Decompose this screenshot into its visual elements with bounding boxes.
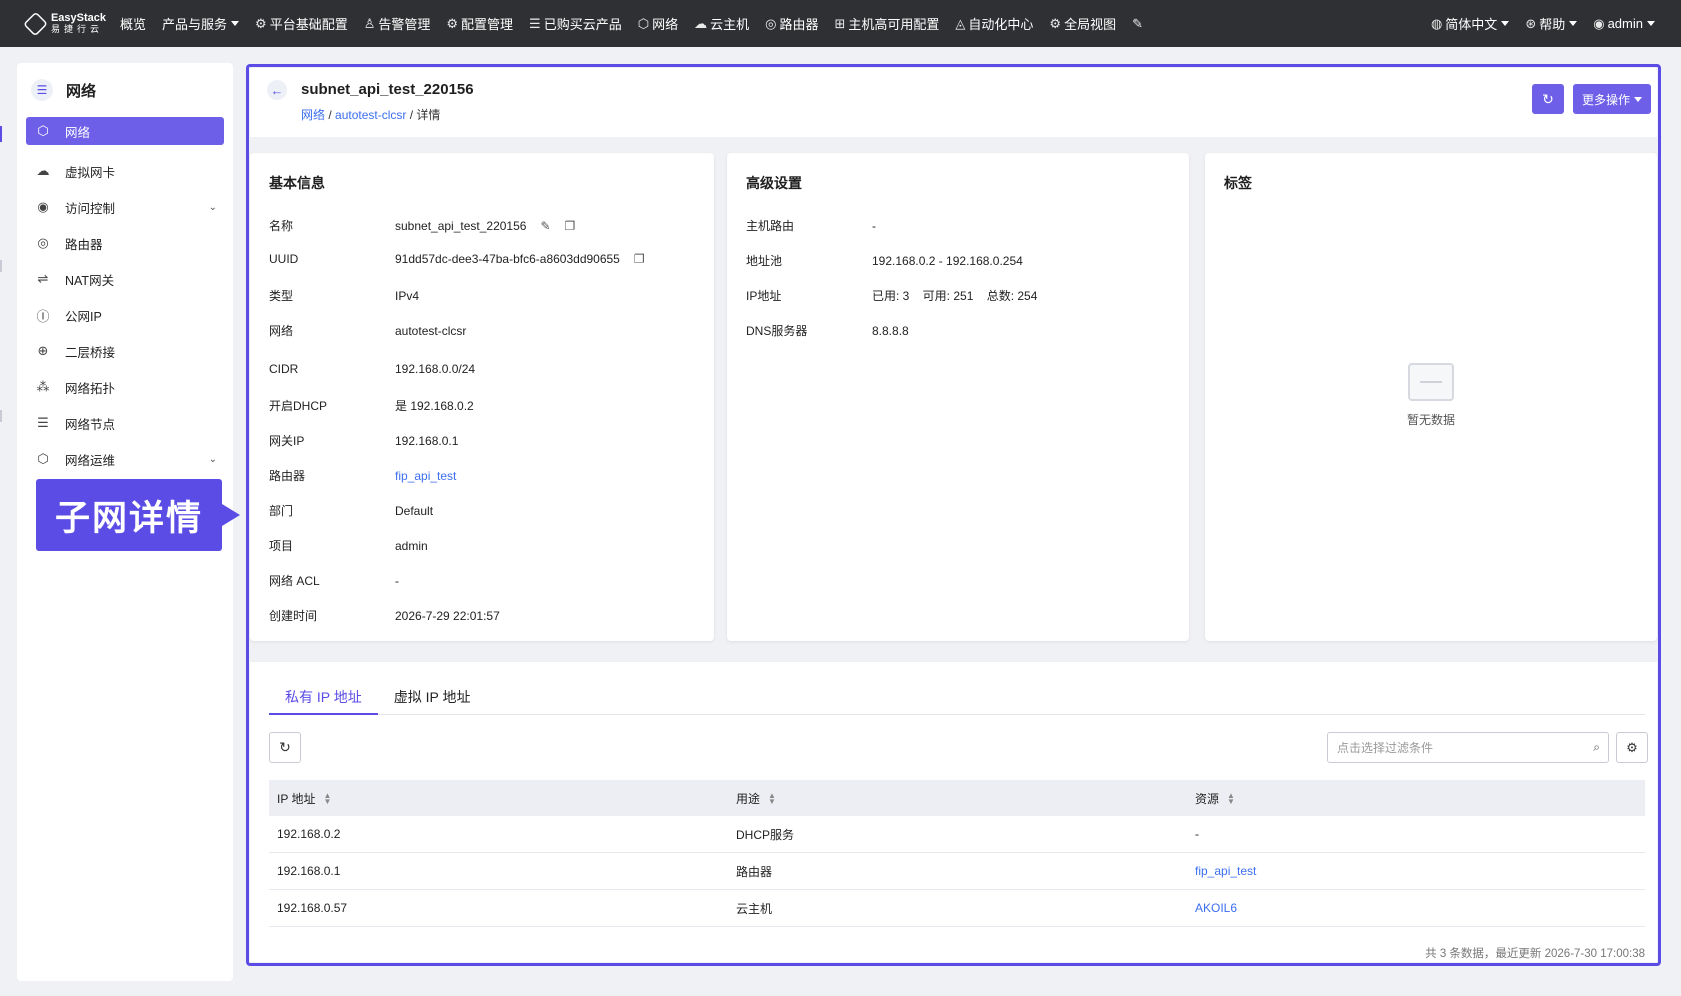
- nav-alerts[interactable]: ♙ 告警管理: [364, 14, 431, 33]
- user-icon: ◉: [1593, 15, 1605, 31]
- sidebar-active-marker: [0, 126, 2, 142]
- sidebar-item-access-control[interactable]: ◉ 访问控制 ⌄: [17, 189, 233, 225]
- caret-down-icon: [1501, 21, 1510, 26]
- sidebar-item-router[interactable]: ◎ 路由器: [17, 225, 233, 261]
- language-switcher[interactable]: ◍ 简体中文: [1430, 14, 1510, 33]
- nav-host-ha[interactable]: ⊞ 主机高可用配置: [834, 14, 939, 33]
- nav-label: 已购买云产品: [543, 17, 622, 32]
- sidebar-item-label: 网络: [65, 125, 91, 140]
- config-icon: ⚙: [446, 15, 459, 31]
- sidebar-item-label: NAT网关: [65, 273, 115, 288]
- top-navbar: EasyStack 易捷行云 概览 产品与服务 ⚙ 平台基础配置 ♙ 告警管理 ⚙ 配…: [0, 0, 1681, 47]
- nav-network[interactable]: ⬡ 网络: [638, 14, 678, 33]
- sidebar-scroll-marker: [0, 410, 2, 422]
- sidebar-item-label: 二层桥接: [65, 345, 116, 360]
- sidebar-item-label: 路由器: [65, 237, 103, 252]
- bridge-icon: ⊕: [37, 343, 49, 358]
- nav-label: 配置管理: [461, 17, 514, 32]
- network-icon: ⬡: [37, 123, 49, 138]
- nav-label: 概览: [120, 17, 147, 32]
- global-view-icon: ⚙: [1049, 15, 1062, 31]
- network-icon: ⬡: [637, 15, 650, 31]
- menu-toggle-icon[interactable]: ☰: [31, 79, 53, 101]
- automation-icon: ◬: [955, 15, 966, 31]
- logo-icon: [23, 11, 48, 36]
- caret-down-icon: [1569, 21, 1578, 26]
- nav-label: 产品与服务: [162, 17, 228, 32]
- gear-icon: ⚙: [255, 15, 267, 31]
- sidebar-item-l2-bridge[interactable]: ⊕ 二层桥接: [17, 333, 233, 369]
- nav-automation[interactable]: ◬ 自动化中心: [955, 14, 1033, 33]
- sidebar-item-label: 网络拓扑: [65, 381, 116, 396]
- sidebar-header: ☰ 网络: [17, 63, 233, 117]
- list-icon: ☰: [529, 15, 541, 31]
- sidebar-item-network[interactable]: ⬡ 网络: [26, 117, 224, 145]
- nav-label: 自动化中心: [968, 17, 1034, 32]
- sidebar-title: 网络: [66, 82, 97, 100]
- language-label: 简体中文: [1445, 17, 1498, 32]
- router-icon: ◎: [765, 15, 777, 31]
- virtual-nic-icon: ☁: [36, 163, 50, 178]
- pin-icon[interactable]: ✎: [1132, 16, 1146, 32]
- network-ops-icon: ⬡: [37, 451, 49, 466]
- sidebar-item-virtual-nic[interactable]: ☁ 虚拟网卡: [17, 153, 233, 189]
- sidebar-item-nat-gateway[interactable]: ⇌ NAT网关: [17, 261, 233, 297]
- server-icon: ☰: [37, 415, 49, 430]
- nav-router[interactable]: ◎ 路由器: [765, 14, 818, 33]
- nav-global-view[interactable]: ⚙ 全局视图: [1049, 14, 1116, 33]
- caret-down-icon: [1647, 21, 1655, 26]
- nav-platform-config[interactable]: ⚙ 平台基础配置: [255, 14, 348, 33]
- access-control-icon: ◉: [37, 199, 49, 214]
- cloud-icon: ☁: [694, 15, 708, 31]
- logo-name: EasyStack: [50, 11, 106, 24]
- nav-label: 平台基础配置: [269, 17, 348, 32]
- host-ha-icon: ⊞: [834, 15, 846, 31]
- nav-config-management[interactable]: ⚙ 配置管理: [446, 14, 513, 33]
- chevron-down-icon: ⌄: [208, 453, 217, 465]
- help-icon: ⊛: [1525, 15, 1537, 31]
- sidebar-item-label: 虚拟网卡: [65, 165, 116, 180]
- sidebar-item-label: 公网IP: [65, 309, 102, 324]
- globe-icon: ◍: [1430, 15, 1443, 31]
- user-label: admin: [1607, 16, 1643, 31]
- nav-label: 告警管理: [378, 17, 431, 32]
- nav-cloud-host[interactable]: ☁ 云主机: [694, 14, 749, 33]
- sidebar-item-network-nodes[interactable]: ☰ 网络节点: [17, 405, 233, 441]
- sidebar-scroll-marker: [0, 260, 2, 272]
- nav-overview[interactable]: 概览: [120, 14, 146, 33]
- sidebar-item-label: 网络节点: [65, 417, 116, 432]
- logo-sub: 易捷行云: [50, 23, 103, 34]
- highlight-frame: [246, 64, 1661, 966]
- caret-down-icon: [231, 21, 240, 26]
- nav-label: 全局视图: [1064, 17, 1117, 32]
- help-label: 帮助: [1539, 17, 1566, 32]
- sidebar-item-network-ops[interactable]: ⬡ 网络运维 ⌄: [17, 441, 233, 477]
- ip-icon: Ⓘ: [36, 308, 50, 324]
- easystack-logo[interactable]: EasyStack 易捷行云: [23, 11, 106, 36]
- sidebar-item-topology[interactable]: ⁂ 网络拓扑: [17, 369, 233, 405]
- router-icon: ◎: [37, 235, 49, 250]
- subnet-detail-callout: 子网详情: [36, 479, 240, 551]
- nav-products[interactable]: 产品与服务: [162, 14, 240, 33]
- nav-label: 网络: [652, 17, 679, 32]
- chevron-down-icon: ⌄: [208, 201, 217, 213]
- sidebar-item-public-ip[interactable]: Ⓘ 公网IP: [17, 297, 233, 333]
- sidebar-item-label: 访问控制: [65, 201, 116, 216]
- nav-label: 路由器: [779, 17, 819, 32]
- nat-gateway-icon: ⇌: [37, 271, 49, 286]
- help-menu[interactable]: ⊛ 帮助: [1525, 14, 1578, 33]
- nav-label: 云主机: [710, 17, 750, 32]
- sidebar-item-label: 网络运维: [65, 453, 116, 468]
- user-menu[interactable]: ◉ admin: [1593, 16, 1655, 32]
- nav-label: 主机高可用配置: [848, 17, 940, 32]
- topology-icon: ⁂: [36, 379, 50, 394]
- nav-purchased[interactable]: ☰ 已购买云产品: [529, 14, 622, 33]
- alarm-icon: ♙: [363, 15, 376, 31]
